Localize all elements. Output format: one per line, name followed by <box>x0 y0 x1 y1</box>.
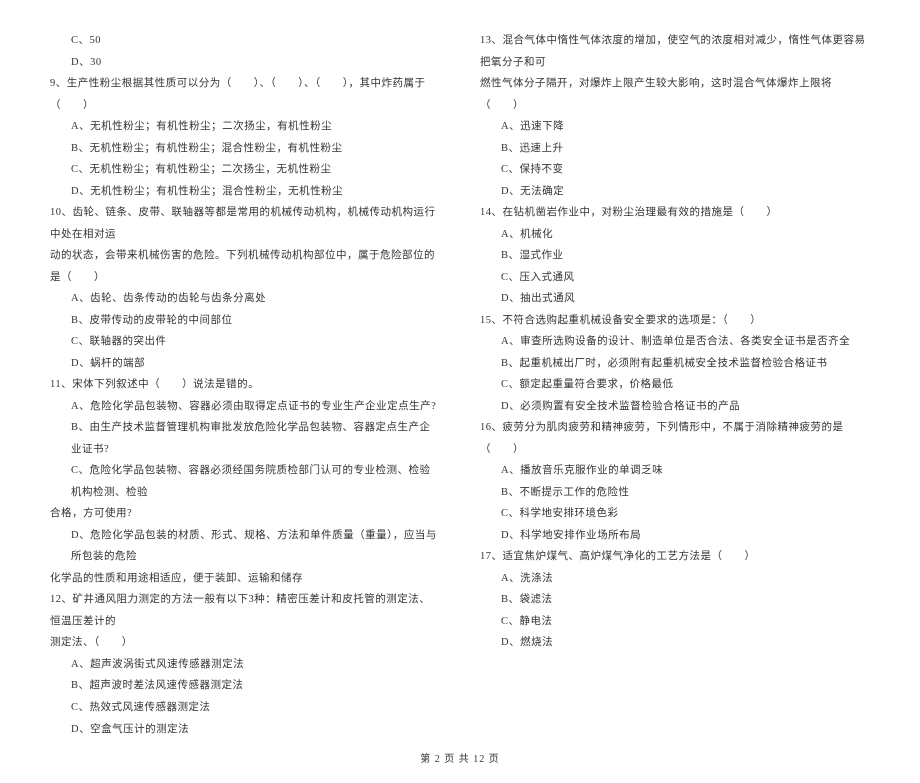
question-stem-cont: 动的状态，会带来机械伤害的危险。下列机械传动机构部位中，属于危险部位的是（ ） <box>50 245 440 288</box>
option: C、额定起重量符合要求，价格最低 <box>480 374 870 396</box>
option: A、审查所选购设备的设计、制造单位是否合法、各类安全证书是否齐全 <box>480 331 870 353</box>
question-stem: 16、疲劳分为肌肉疲劳和精神疲劳，下列情形中，不属于消除精神疲劳的是（ ） <box>480 417 870 460</box>
option: C、热效式风速传感器测定法 <box>50 697 440 719</box>
option: D、无法确定 <box>480 181 870 203</box>
option: A、洗涤法 <box>480 568 870 590</box>
option: D、燃烧法 <box>480 632 870 654</box>
option: D、科学地安排作业场所布局 <box>480 525 870 547</box>
option: B、不断提示工作的危险性 <box>480 482 870 504</box>
question-stem: 12、矿井通风阻力测定的方法一般有以下3种：精密压差计和皮托管的测定法、恒温压差… <box>50 589 440 632</box>
option: A、无机性粉尘；有机性粉尘；二次扬尘，有机性粉尘 <box>50 116 440 138</box>
option: A、危险化学品包装物、容器必须由取得定点证书的专业生产企业定点生产? <box>50 396 440 418</box>
option: D、必须购置有安全技术监督检验合格证书的产品 <box>480 396 870 418</box>
option: B、迅速上升 <box>480 138 870 160</box>
option: A、超声波涡街式风速传感器测定法 <box>50 654 440 676</box>
left-column: C、50 D、30 9、生产性粉尘根据其性质可以分为（ ）、（ ）、（ ），其中… <box>50 30 460 740</box>
question-stem: 9、生产性粉尘根据其性质可以分为（ ）、（ ）、（ ），其中炸药属于（ ） <box>50 73 440 116</box>
option: A、播放音乐克服作业的单调乏味 <box>480 460 870 482</box>
option: C、保持不变 <box>480 159 870 181</box>
option: D、空盒气压计的测定法 <box>50 719 440 741</box>
option: D、蜗杆的端部 <box>50 353 440 375</box>
option: B、皮带传动的皮带轮的中间部位 <box>50 310 440 332</box>
question-stem-cont: 燃性气体分子隔开，对爆炸上限产生较大影响，这时混合气体爆炸上限将（ ） <box>480 73 870 116</box>
option: D、危险化学品包装的材质、形式、规格、方法和单件质量（重量），应当与所包装的危险 <box>50 525 440 568</box>
option: B、湿式作业 <box>480 245 870 267</box>
page-content: C、50 D、30 9、生产性粉尘根据其性质可以分为（ ）、（ ）、（ ），其中… <box>0 0 920 750</box>
option: D、无机性粉尘；有机性粉尘；混合性粉尘，无机性粉尘 <box>50 181 440 203</box>
option: C、无机性粉尘；有机性粉尘；二次扬尘，无机性粉尘 <box>50 159 440 181</box>
option: C、联轴器的突出件 <box>50 331 440 353</box>
question-stem: 11、宋体下列叙述中（ ）说法是错的。 <box>50 374 440 396</box>
option: B、由生产技术监督管理机构审批发放危险化学品包装物、容器定点生产企业证书? <box>50 417 440 460</box>
page-footer: 第 2 页 共 12 页 <box>0 750 920 783</box>
option: B、袋滤法 <box>480 589 870 611</box>
option: A、机械化 <box>480 224 870 246</box>
question-stem-cont: 测定法、（ ） <box>50 632 440 654</box>
option: B、无机性粉尘；有机性粉尘；混合性粉尘，有机性粉尘 <box>50 138 440 160</box>
option-cont: 化学品的性质和用途相适应，便于装卸、运输和储存 <box>50 568 440 590</box>
question-stem: 17、适宜焦炉煤气、高炉煤气净化的工艺方法是（ ） <box>480 546 870 568</box>
option-cont: 合格，方可使用? <box>50 503 440 525</box>
option: C、危险化学品包装物、容器必须经国务院质检部门认可的专业检测、检验机构检测、检验 <box>50 460 440 503</box>
option: D、抽出式通风 <box>480 288 870 310</box>
option: C、静电法 <box>480 611 870 633</box>
option: C、科学地安排环境色彩 <box>480 503 870 525</box>
option: C、50 <box>50 30 440 52</box>
question-stem: 14、在钻机凿岩作业中，对粉尘治理最有效的措施是（ ） <box>480 202 870 224</box>
option: A、迅速下降 <box>480 116 870 138</box>
right-column: 13、混合气体中惰性气体浓度的增加，使空气的浓度相对减少，惰性气体更容易把氧分子… <box>460 30 870 740</box>
option: B、起重机械出厂时，必须附有起重机械安全技术监督检验合格证书 <box>480 353 870 375</box>
option: A、齿轮、齿条传动的齿轮与齿条分离处 <box>50 288 440 310</box>
question-stem: 13、混合气体中惰性气体浓度的增加，使空气的浓度相对减少，惰性气体更容易把氧分子… <box>480 30 870 73</box>
question-stem: 10、齿轮、链条、皮带、联轴器等都是常用的机械传动机构，机械传动机构运行中处在相… <box>50 202 440 245</box>
question-stem: 15、不符合选购起重机械设备安全要求的选项是：（ ） <box>480 310 870 332</box>
option: C、压入式通风 <box>480 267 870 289</box>
option: B、超声波时差法风速传感器测定法 <box>50 675 440 697</box>
option: D、30 <box>50 52 440 74</box>
